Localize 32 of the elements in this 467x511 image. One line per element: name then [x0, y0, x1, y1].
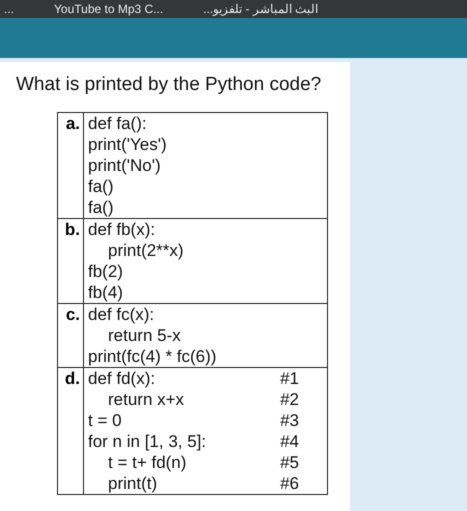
option-label: c. [58, 304, 84, 367]
code-comment: #2 [280, 389, 299, 410]
code-line: print(fc(4) * fc(6)) [88, 347, 216, 366]
code-line: fa() [88, 177, 114, 196]
question-text: What is printed by the Python code? [15, 74, 322, 96]
option-label: a. [58, 113, 84, 218]
code-line: fa() [88, 198, 114, 217]
code-line: def fc(x): [88, 305, 154, 324]
option-label: d. [58, 368, 84, 494]
code-comment: #6 [280, 473, 299, 494]
code-line: def fd(x): [88, 369, 156, 388]
code-line: print('Yes') [88, 135, 167, 154]
code-line: def fa(): [88, 114, 147, 133]
code-line: print(2**x) [108, 241, 184, 260]
code-line: def fb(x): [88, 220, 156, 239]
code-line: print('No') [88, 156, 161, 175]
code-line: return x+x [108, 390, 184, 409]
code-line: print(t) [108, 474, 158, 493]
bookmark-link[interactable]: YouTube to Mp3 C... [54, 1, 164, 17]
code-comment: #4 [280, 431, 299, 452]
code-line: for n in [1, 3, 5]: [88, 432, 206, 451]
code-line: t = 0 [88, 411, 122, 430]
option-label: b. [58, 219, 84, 303]
code-comment: #1 [280, 368, 299, 389]
code-comment: #5 [280, 452, 299, 473]
code-line: t = t+ fd(n) [108, 453, 186, 472]
code-line: fb(4) [88, 283, 123, 302]
bookmark-link[interactable]: ...البث المباشر - تلفزيو [203, 1, 318, 17]
bookmark-link[interactable]: ... [4, 1, 14, 17]
code-comment: #3 [280, 410, 299, 431]
code-line: return 5-x [108, 326, 181, 345]
code-line: fb(2) [88, 262, 123, 281]
